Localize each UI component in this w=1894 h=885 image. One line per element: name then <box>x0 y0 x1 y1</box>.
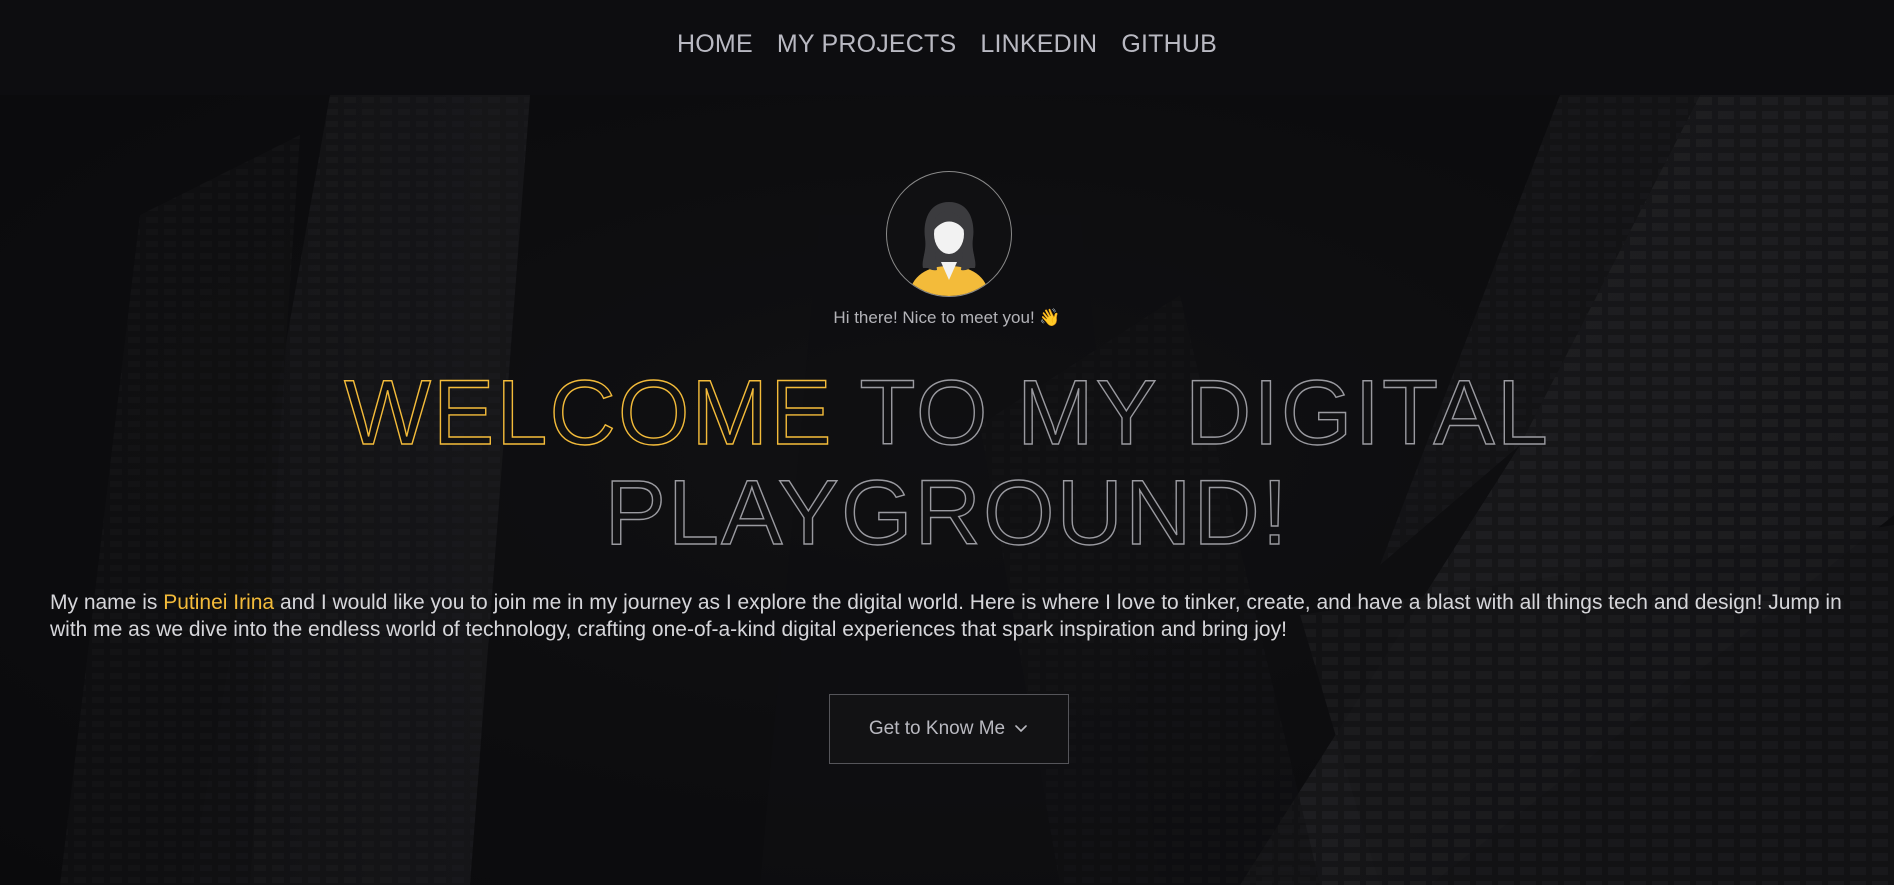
title-line2: PLAYGROUND! <box>604 462 1290 564</box>
nav-github-link[interactable]: GITHUB <box>1121 30 1217 59</box>
nav-home-link[interactable]: HOME <box>677 30 753 59</box>
intro-suffix: and I would like you to join me in my jo… <box>50 591 1842 641</box>
get-to-know-me-button[interactable]: Get to Know Me <box>829 694 1069 764</box>
avatar <box>886 171 1012 297</box>
page-title: WELCOME TO MY DIGITAL PLAYGROUND! <box>0 362 1894 564</box>
title-highlight: WELCOME <box>343 362 834 464</box>
chevron-down-icon <box>1015 725 1027 732</box>
top-navigation: HOME MY PROJECTS LINKEDIN GITHUB <box>0 0 1894 95</box>
greeting-text: Hi there! Nice to meet you! 👋 <box>833 308 1061 327</box>
nav-my-projects-link[interactable]: MY PROJECTS <box>777 30 957 59</box>
woman-avatar-icon <box>909 202 989 296</box>
title-line1-rest: TO MY DIGITAL <box>833 362 1550 464</box>
page: HOME MY PROJECTS LINKEDIN GITHUB Hi ther… <box>0 0 1894 885</box>
cta-label: Get to Know Me <box>868 718 1006 739</box>
author-name: Putinei Irina <box>163 591 275 614</box>
hero-content: Hi there! Nice to meet you! 👋 WELCOME TO… <box>0 95 1894 885</box>
nav-linkedin-link[interactable]: LINKEDIN <box>980 30 1097 59</box>
intro-paragraph: My name is Putinei Irina and I would lik… <box>50 589 1850 643</box>
intro-prefix: My name is <box>50 591 164 614</box>
hero-section: Hi there! Nice to meet you! 👋 WELCOME TO… <box>0 95 1894 885</box>
